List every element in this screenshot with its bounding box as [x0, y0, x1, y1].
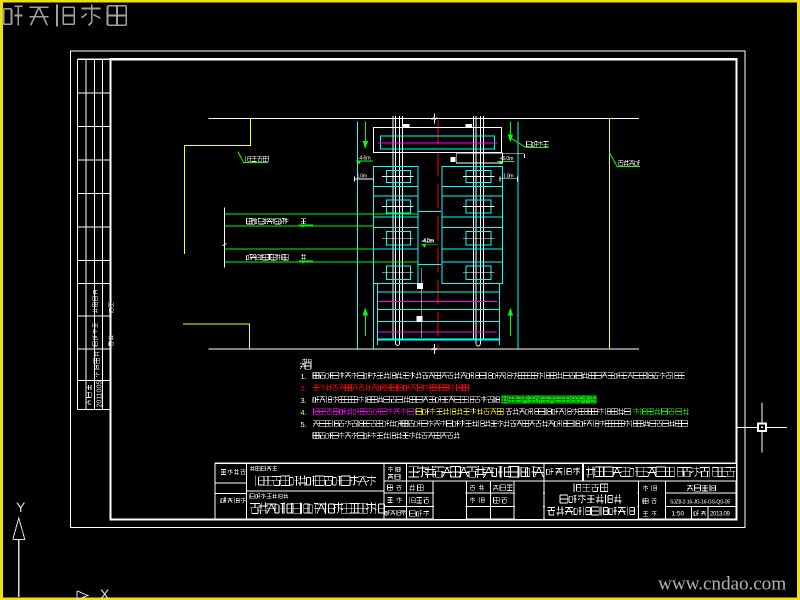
- svg-text:1.0m: 1.0m: [357, 174, 367, 180]
- svg-text:2011005: 2011005: [97, 381, 104, 408]
- svg-text:5.: 5.: [301, 420, 307, 429]
- svg-text:1.: 1.: [301, 372, 307, 381]
- svg-text:+6.0m: +6.0m: [500, 156, 514, 162]
- svg-text:3.: 3.: [301, 396, 307, 405]
- svg-text:2013.09: 2013.09: [710, 511, 731, 517]
- svg-text:2.: 2.: [301, 384, 307, 393]
- svg-text:www.cndao.com: www.cndao.com: [658, 574, 786, 595]
- svg-text:1.0m: 1.0m: [503, 173, 513, 179]
- svg-text:-4.0m: -4.0m: [422, 238, 435, 244]
- svg-text:Y: Y: [16, 499, 26, 515]
- svg-text:4.: 4.: [301, 408, 307, 417]
- svg-text:SJZ8-2-16-JG-16-GS-QS-05: SJZ8-2-16-JG-16-GS-QS-05: [670, 499, 730, 505]
- svg-text:X: X: [100, 586, 110, 600]
- svg-text:1:50: 1:50: [672, 511, 685, 518]
- svg-text:-4.6m: -4.6m: [358, 156, 371, 162]
